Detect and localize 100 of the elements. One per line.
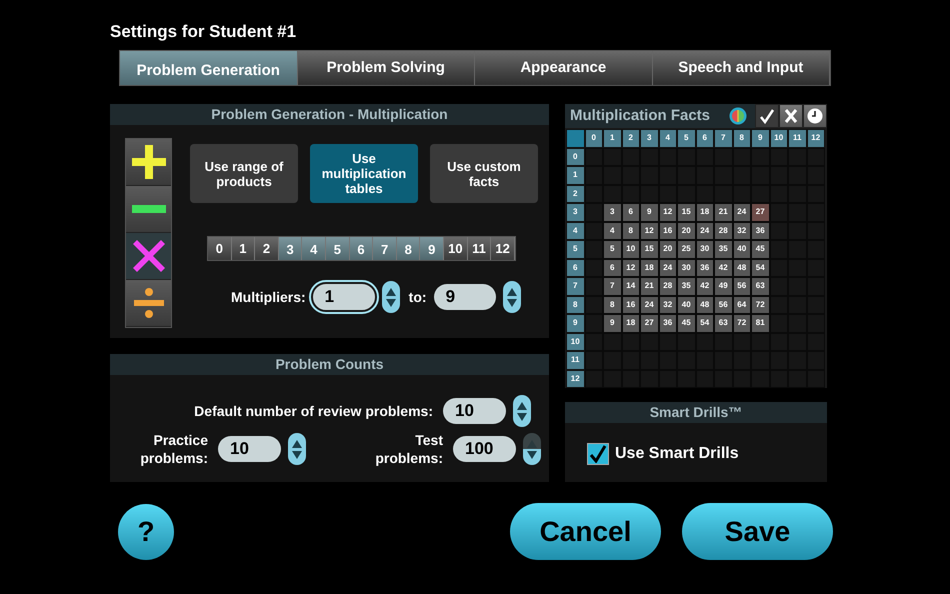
- grid-cell: [584, 277, 603, 296]
- grid-cell: [770, 203, 788, 222]
- up-arrow-icon: [384, 286, 397, 296]
- column-header: 6: [696, 129, 714, 148]
- table-toggle[interactable]: 4: [302, 237, 326, 260]
- table-cell: 28: [658, 277, 677, 296]
- table-cell: 54: [696, 314, 714, 332]
- table-toggle[interactable]: 5: [326, 237, 350, 260]
- table-toggle[interactable]: 0: [208, 237, 232, 260]
- grid-cell: [603, 148, 622, 166]
- number-field[interactable]: 100: [453, 436, 516, 462]
- table-toggle[interactable]: 3: [278, 237, 302, 260]
- table-cell: 54: [751, 258, 770, 277]
- mode-button[interactable]: Use range of products: [190, 144, 298, 203]
- table-toggle[interactable]: 1: [232, 237, 256, 260]
- table-cell: 63: [751, 277, 770, 296]
- tab[interactable]: Appearance: [475, 51, 652, 85]
- table-cell: 81: [751, 314, 770, 332]
- column-header: 12: [806, 129, 825, 148]
- table-cell: 36: [751, 222, 770, 240]
- number-field[interactable]: 10: [218, 436, 281, 462]
- mode-button[interactable]: Use custom facts: [430, 144, 538, 203]
- row-header: 1: [566, 166, 584, 184]
- field-label: Test problems:: [374, 431, 443, 467]
- panel-title: Multiplication Facts: [570, 106, 712, 126]
- filter-button[interactable]: [755, 104, 779, 128]
- operation-button[interactable]: [126, 186, 171, 233]
- number-field[interactable]: 10: [443, 398, 506, 424]
- color-wheel-icon: [729, 107, 747, 125]
- table-toggle[interactable]: 9: [420, 237, 444, 260]
- checkmark-icon: [589, 445, 607, 463]
- grid-cell: [603, 184, 622, 203]
- table-cell: 4: [603, 222, 622, 240]
- up-arrow-icon: [516, 400, 528, 410]
- operation-button[interactable]: [126, 139, 171, 186]
- table-cell: 42: [714, 258, 732, 277]
- number-field[interactable]: 9: [434, 284, 496, 310]
- table-cell: 30: [677, 258, 696, 277]
- cancel-button[interactable]: Cancel: [510, 503, 661, 560]
- table-toggle[interactable]: 6: [350, 237, 374, 260]
- table-cell: 15: [640, 240, 658, 258]
- column-header: 4: [658, 129, 677, 148]
- checkbox[interactable]: [587, 443, 609, 465]
- row-header: 12: [566, 370, 584, 388]
- panel-header: Smart Drills™: [565, 402, 827, 423]
- column-header: 3: [640, 129, 658, 148]
- mode-button[interactable]: Use multiplication tables: [310, 144, 418, 203]
- table-cell: 27: [640, 314, 658, 332]
- table-cell: 20: [658, 240, 677, 258]
- table-toggle[interactable]: 2: [255, 237, 279, 260]
- table-cell: 10: [622, 240, 640, 258]
- table-toggle[interactable]: 12: [491, 237, 515, 260]
- down-arrow-icon: [506, 298, 518, 308]
- table-cell: 14: [622, 277, 640, 296]
- grid-cell: [788, 148, 806, 166]
- table-toggle[interactable]: 8: [396, 237, 420, 260]
- help-button[interactable]: ?: [118, 504, 174, 560]
- table-cell: 21: [714, 203, 732, 222]
- tab[interactable]: Speech and Input: [652, 51, 830, 85]
- table-cell: 30: [696, 240, 714, 258]
- stepper[interactable]: [513, 395, 531, 427]
- table-cell: 56: [714, 296, 732, 314]
- stepper[interactable]: [502, 281, 521, 313]
- table-cell: 35: [677, 277, 696, 296]
- grid-cell: [677, 184, 696, 203]
- filter-button[interactable]: [779, 104, 803, 128]
- grid-cell: [770, 277, 788, 296]
- table-toggle[interactable]: 10: [444, 237, 468, 260]
- down-arrow-icon: [291, 450, 303, 460]
- down-arrow-icon: [384, 298, 397, 308]
- table-toggle[interactable]: 11: [468, 237, 492, 260]
- down-arrow-icon: [516, 412, 528, 422]
- grid-cell: [677, 332, 696, 351]
- table-cell: 21: [640, 277, 658, 296]
- number-field[interactable]: 1: [310, 282, 377, 312]
- table-cell: 45: [677, 314, 696, 332]
- save-button[interactable]: Save: [682, 503, 833, 560]
- table-toggle[interactable]: 7: [373, 237, 397, 260]
- panel-header: Problem Generation - Multiplication: [110, 104, 549, 125]
- table-cell: 7: [603, 277, 622, 296]
- row-header: 6: [566, 258, 584, 277]
- window-title: Settings for Student #1: [110, 21, 298, 43]
- table-cell: 63: [714, 314, 732, 332]
- grid-cell: [751, 148, 770, 166]
- stepper[interactable]: [288, 433, 306, 465]
- table-cell: 9: [640, 203, 658, 222]
- column-header: 7: [714, 129, 732, 148]
- tab[interactable]: Problem Solving: [298, 51, 475, 85]
- row-header: 10: [566, 332, 584, 351]
- stepper[interactable]: [382, 281, 400, 313]
- field-label: to:: [408, 288, 427, 306]
- table-cell: 8: [603, 296, 622, 314]
- tab[interactable]: Problem Generation: [120, 51, 298, 85]
- table-cell: 25: [677, 240, 696, 258]
- row-header: 3: [566, 203, 584, 222]
- filter-button[interactable]: [803, 104, 827, 128]
- field-label: Multipliers:: [231, 288, 306, 307]
- table-cell: 18: [640, 258, 658, 277]
- operation-button[interactable]: [126, 280, 171, 327]
- grid-cell: [714, 332, 732, 351]
